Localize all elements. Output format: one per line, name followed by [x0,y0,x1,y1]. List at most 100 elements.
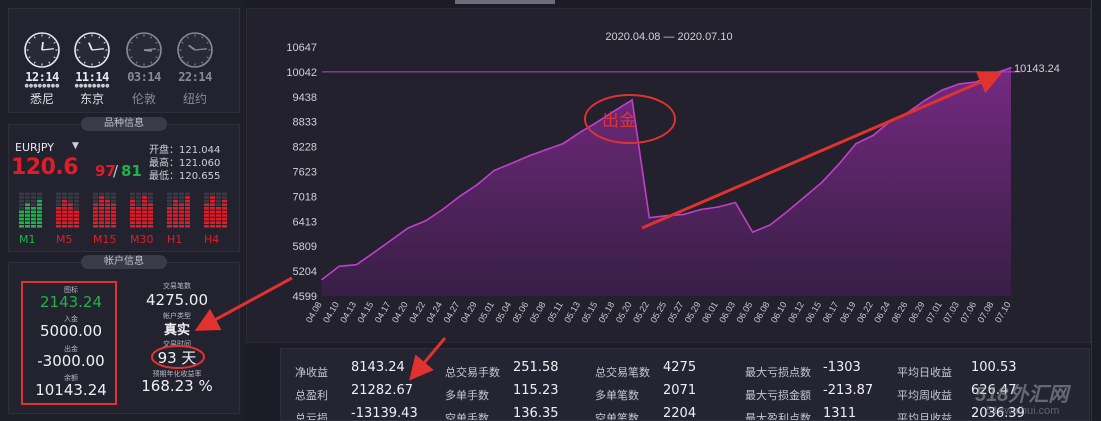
strength-segment [148,199,153,203]
strength-segment [25,225,30,228]
strength-segment [210,199,215,203]
strength-segment [136,217,141,221]
timeframe-m30[interactable]: M30 [130,233,154,246]
symbol-name[interactable]: EURJPY [15,141,54,154]
chart-title: 2020.04.08 — 2020.07.10 [605,31,732,43]
strength-segment [56,217,61,221]
x-tick-label: 05.18 [597,300,617,325]
world-clocks-panel: 12:14 ●●●●●●●● 悉尼 11:14 ●●●●●●●● 东京 03:14 伦敦 22:… [8,8,240,113]
equity-point [459,195,461,198]
y-tick-label: 7623 [293,167,317,179]
y-tick-label: 5809 [293,241,317,253]
strength-segment [148,196,153,199]
strength-segment [93,210,98,214]
strength-segment [68,203,73,206]
strength-segment [93,192,98,196]
chevron-down-icon[interactable]: ▼ [72,141,79,151]
strength-segment [173,199,178,203]
strength-segment [93,214,98,217]
stat-item: 空单笔数 2204 [595,406,696,420]
x-tick-label: 04.13 [338,300,358,325]
clock-dots: ●●●●●●●● [24,83,60,89]
strength-segment [19,221,24,224]
x-tick-label: 06.01 [700,300,720,325]
strength-segment [25,214,30,217]
strength-segment [111,199,116,203]
days-highlight-ellipse [151,345,205,369]
strength-segment [222,214,227,217]
x-tick-label: 05.06 [511,300,531,325]
strength-segment [173,225,178,228]
strength-segment [62,196,67,199]
strength-segment [99,221,104,224]
strength-segment [216,196,221,199]
timeframe-m15[interactable]: M15 [93,233,117,246]
x-tick-label: 05.08 [528,300,548,325]
y-tick-label: 10042 [286,67,317,79]
strength-segment [179,217,184,221]
strength-segment [105,217,110,221]
annual-return-value: 168.23 % [141,377,213,395]
strength-segment [204,210,209,214]
strength-segment [130,214,135,217]
stat-label: 平均日收益 [897,366,952,379]
stat-item: 总亏损 -13139.43 [295,406,418,420]
strength-segment [148,210,153,214]
strength-segment [210,210,215,214]
clock-dots [123,84,165,88]
timeframe-h4[interactable]: H4 [204,233,219,246]
strength-segment [210,214,215,217]
strength-segment [111,217,116,221]
strength-segment [99,210,104,214]
symbol-info-panel: 品种信息 EURJPY ▼ 120.6 97 / 81 开盘：121.044 最… [8,117,240,252]
equity-point [820,181,823,184]
timeframe-h1[interactable]: H1 [167,233,182,246]
strength-segment [31,214,36,217]
strength-segment [222,203,227,206]
strength-segment [130,207,135,210]
strength-segment [56,214,61,217]
equity-point [493,169,496,172]
strength-segment [25,203,30,206]
strength-segment [173,203,178,206]
x-tick-label: 06.05 [734,300,754,325]
strength-segment [31,199,36,203]
equity-point [355,263,358,266]
strength-segment [136,221,141,224]
strength-segment [37,225,42,228]
strength-segment [93,199,98,203]
strength-segment [105,221,110,224]
strength-segment [99,196,104,199]
equity-curve-chart[interactable]: 2020.04.08 — 2020.07.1045995204580964137… [247,9,1092,344]
timeframe-m5[interactable]: M5 [56,233,73,246]
stat-item: 总盈利 21282.67 [295,383,413,403]
equity-point [596,121,599,123]
low-price: 最低：120.655 [149,171,221,182]
strength-segment [130,210,135,214]
strength-segment [173,217,178,221]
strength-segment [216,199,221,203]
symbol-info-tab: 品种信息 [81,117,167,131]
strength-segment [25,196,30,199]
equity-point [390,239,392,242]
strength-segment [19,225,24,228]
equity-point [700,208,702,211]
x-tick-label: 05.01 [476,300,496,325]
strength-segment [216,214,221,217]
strength-segment [111,192,116,196]
timeframe-m1[interactable]: M1 [19,233,36,246]
strength-segment [62,225,67,228]
strength-segment [167,203,172,206]
strength-segment [25,207,30,210]
stat-label: 平均月收益 [897,412,952,421]
scrollbar-handle[interactable] [455,0,555,4]
x-tick-label: 07.10 [993,300,1013,325]
stat-item: 空单手数 136.35 [445,406,559,420]
strength-segment [204,214,209,217]
strength-segment [142,221,147,224]
strength-segment [130,225,135,228]
strength-segment [204,207,209,210]
strength-segment [74,207,79,210]
strength-segment [105,210,110,214]
strength-segment [62,199,67,203]
